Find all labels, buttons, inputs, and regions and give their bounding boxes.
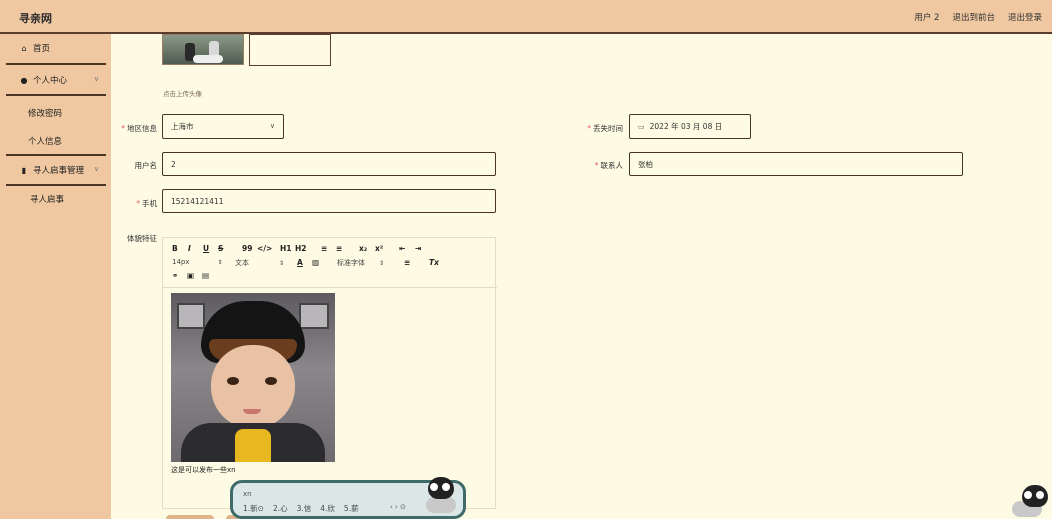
submit-button[interactable] <box>166 515 214 519</box>
underline-button[interactable]: U <box>203 244 209 253</box>
region-label: * 地区信息 <box>121 124 157 133</box>
sidebar-item-personal-info[interactable]: 个人信息 <box>28 135 62 147</box>
background-color-button[interactable]: ▨ <box>312 258 319 267</box>
ime-candidate[interactable]: 3.信 <box>297 503 312 514</box>
logout-link[interactable]: 退出登录 <box>1008 11 1042 23</box>
contact-value: 张柏 <box>638 159 653 169</box>
indent-button[interactable]: ⇥ <box>415 244 421 253</box>
ime-input: xn <box>243 490 252 498</box>
contact-label: * 联系人 <box>594 161 623 170</box>
back-to-front-link[interactable]: 退出到前台 <box>952 11 995 23</box>
chevron-down-icon[interactable]: ∨ <box>94 165 99 173</box>
editor-text: 这是可以发布一些xn <box>171 466 236 474</box>
sidebar-item-home[interactable]: ⌂ 首页 <box>18 42 108 55</box>
features-label: 体貌特征 <box>127 234 157 243</box>
bold-button[interactable]: B <box>172 244 178 253</box>
h1-button[interactable]: H1 <box>280 244 292 253</box>
clear-format-button[interactable]: Tx <box>429 258 439 267</box>
username-label: 用户名 <box>134 161 158 170</box>
lost-time-label: * 丢失时间 <box>587 124 623 133</box>
child-photo <box>171 293 335 462</box>
site-logo[interactable]: 寻亲网 <box>19 10 52 26</box>
divider <box>6 94 106 96</box>
strike-button[interactable]: S <box>218 244 223 253</box>
font-size-select[interactable]: 14px ⇕ <box>172 258 223 266</box>
mascot-icon <box>418 475 464 519</box>
chevron-down-icon: ∨ <box>269 122 275 130</box>
avatar-upload-box[interactable] <box>249 34 331 66</box>
ime-candidate[interactable]: 4.欣 <box>320 503 335 514</box>
h2-button[interactable]: H2 <box>295 244 307 253</box>
sidebar-item-label: 寻人启事管理 <box>33 166 85 176</box>
home-icon: ⌂ <box>21 43 27 53</box>
sidebar-item-label: 个人中心 <box>33 76 68 86</box>
image-icon[interactable]: ▣ <box>187 271 194 280</box>
font-color-button[interactable]: A <box>297 258 303 267</box>
sidebar-item-label: 首页 <box>33 44 51 54</box>
outdent-button[interactable]: ⇤ <box>399 244 405 253</box>
bullet-list-button[interactable]: ≡ <box>336 244 342 253</box>
italic-button[interactable]: I <box>188 244 191 253</box>
username-value: 2 <box>171 159 176 169</box>
upload-hint: 点击上传头像 <box>163 90 202 98</box>
calendar-icon: ▭ <box>638 122 645 131</box>
username-field[interactable]: 2 <box>162 152 496 176</box>
user-icon: ● <box>20 75 28 85</box>
phone-value: 15214121411 <box>171 196 224 206</box>
divider <box>6 184 106 186</box>
subscript-button[interactable]: x₂ <box>359 244 367 253</box>
corner-mascot-icon <box>1006 481 1052 519</box>
text-style-select[interactable]: 文本 ⇕ <box>235 258 284 268</box>
link-icon[interactable]: ⚭ <box>172 271 178 280</box>
code-button[interactable]: </> <box>257 244 272 253</box>
region-value: 上海市 <box>171 122 194 131</box>
region-select[interactable]: 上海市 ∨ <box>162 114 284 139</box>
superscript-button[interactable]: x² <box>375 244 383 253</box>
sidebar-item-change-password[interactable]: 修改密码 <box>28 107 62 119</box>
divider <box>6 154 106 156</box>
sidebar-item-notice[interactable]: 寻人启事 <box>30 193 64 205</box>
video-icon[interactable]: ▤ <box>202 271 209 280</box>
lost-time-value: 2022 年 03 月 08 日 <box>649 122 723 131</box>
avatar-preview[interactable] <box>162 34 244 65</box>
editor-toolbar: B I U S 99 </> H1 H2 ≡ ≡ x₂ x² ⇤ ⇥ 14px ⇕… <box>163 238 497 288</box>
top-bar: 寻亲网 用户 2 退出到前台 退出登录 <box>0 0 1052 34</box>
divider <box>6 63 106 65</box>
blockquote-button[interactable]: 99 <box>242 244 252 253</box>
ime-candidates: 1.新⊙ 2.心 3.信 4.欣 5.薪 <box>243 503 359 514</box>
ime-candidate[interactable]: 5.薪 <box>344 503 359 514</box>
contact-field[interactable]: 张柏 <box>629 152 963 176</box>
header-links: 用户 2 退出到前台 退出登录 <box>914 11 1042 23</box>
ime-candidate[interactable]: 1.新⊙ <box>243 503 264 514</box>
bar-chart-icon: ▮ <box>21 165 27 175</box>
current-user-link[interactable]: 用户 2 <box>914 11 939 23</box>
phone-label: * 手机 <box>136 199 157 208</box>
ordered-list-button[interactable]: ≡ <box>321 244 327 253</box>
ime-page-arrows-icon[interactable]: ‹ › ⊙ <box>390 503 406 511</box>
phone-field[interactable]: 15214121411 <box>162 189 496 213</box>
chevron-down-icon[interactable]: ∨ <box>94 75 99 83</box>
ime-candidate[interactable]: 2.心 <box>273 503 288 514</box>
lost-time-picker[interactable]: ▭ 2022 年 03 月 08 日 <box>629 114 751 139</box>
align-button[interactable]: ≡ <box>404 258 410 267</box>
font-family-select[interactable]: 标准字体 ⇕ <box>337 258 384 268</box>
sidebar: ⌂ 首页 ● 个人中心 ∨ 修改密码 个人信息 ▮ 寻人启事管理 ∨ 寻人启事 <box>0 34 111 519</box>
